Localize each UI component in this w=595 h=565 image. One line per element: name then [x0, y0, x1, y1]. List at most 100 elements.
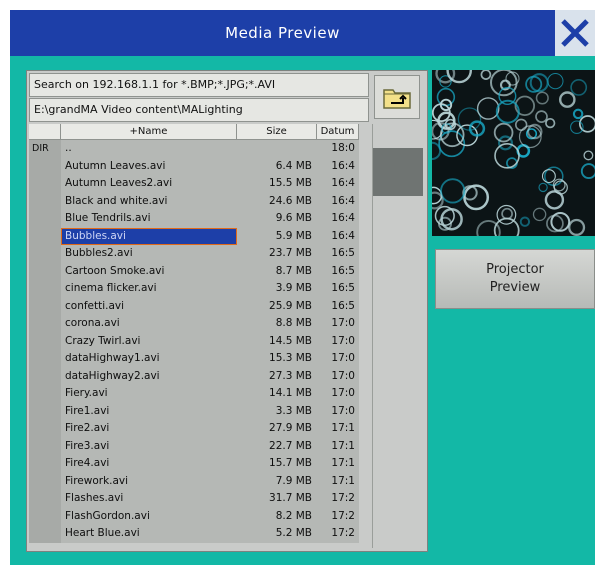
row-size: 15.7 MB — [237, 455, 317, 473]
row-type — [29, 332, 61, 350]
row-type — [29, 402, 61, 420]
col-name-header[interactable]: +Name — [61, 124, 237, 140]
table-row[interactable]: Autumn Leaves.avi 6.4 MB 16:4 — [29, 157, 369, 175]
bubble-shape — [432, 191, 444, 210]
row-name: Cartoon Smoke.avi — [61, 262, 237, 280]
row-date: 17:0 — [317, 402, 359, 420]
window-title: Media Preview — [225, 24, 340, 42]
table-row[interactable]: Fiery.avi 14.1 MB 17:0 — [29, 385, 369, 403]
row-name: Crazy Twirl.avi — [61, 332, 237, 350]
col-size-header[interactable]: Size — [237, 124, 317, 140]
table-row[interactable]: Autumn Leaves2.avi 15.5 MB 16:4 — [29, 175, 369, 193]
row-size: 27.9 MB — [237, 420, 317, 438]
row-date: 17:1 — [317, 420, 359, 438]
table-row[interactable]: corona.avi 8.8 MB 17:0 — [29, 315, 369, 333]
col-type-header[interactable] — [29, 124, 61, 140]
table-row[interactable]: Black and white.avi 24.6 MB 16:4 — [29, 192, 369, 210]
row-size — [237, 140, 317, 158]
bubble-shape — [480, 70, 492, 80]
row-size: 14.5 MB — [237, 332, 317, 350]
row-type — [29, 157, 61, 175]
table-row[interactable]: dataHighway2.avi 27.3 MB 17:0 — [29, 367, 369, 385]
row-name: dataHighway1.avi — [61, 350, 237, 368]
table-row[interactable]: Cartoon Smoke.avi 8.7 MB 16:5 — [29, 262, 369, 280]
row-type — [29, 350, 61, 368]
bubble-shape — [493, 122, 514, 143]
file-table: +Name Size Datum DIR.. 18:0 Autumn Leaves.… — [29, 124, 369, 548]
row-size: 31.7 MB — [237, 490, 317, 508]
row-name: Firework.avi — [61, 472, 237, 490]
projector-preview-label-line2: Preview — [489, 280, 541, 295]
preview-image — [432, 70, 595, 236]
row-type — [29, 315, 61, 333]
search-field[interactable]: Search on 192.168.1.1 for *.BMP;*.JPG;*.… — [29, 73, 369, 97]
bubble-shape — [532, 207, 547, 222]
row-size: 9.6 MB — [237, 210, 317, 228]
row-size: 8.7 MB — [237, 262, 317, 280]
bubble-shape — [538, 182, 548, 193]
bubble-shape — [547, 73, 564, 90]
row-name: dataHighway2.avi — [61, 367, 237, 385]
table-row[interactable]: Fire4.avi 15.7 MB 17:1 — [29, 455, 369, 473]
row-name: Flashes.avi — [61, 490, 237, 508]
row-type — [29, 227, 61, 245]
bubble-shape — [476, 97, 500, 120]
media-preview-window: Media Preview Search on 192.168.1.1 for … — [10, 10, 595, 565]
row-type — [29, 490, 61, 508]
row-name: FlashGordon.avi — [61, 507, 237, 525]
row-name: Fiery.avi — [61, 385, 237, 403]
row-name: Bubbles.avi — [61, 227, 237, 245]
row-size: 14.1 MB — [237, 385, 317, 403]
table-row[interactable]: DIR.. 18:0 — [29, 140, 369, 158]
bubble-shape — [476, 219, 501, 236]
row-type — [29, 385, 61, 403]
table-row[interactable]: Bubbles.avi 5.9 MB 16:4 — [29, 227, 369, 245]
row-date: 17:2 — [317, 525, 359, 543]
row-size: 8.8 MB — [237, 315, 317, 333]
table-row[interactable]: Fire2.avi 27.9 MB 17:1 — [29, 420, 369, 438]
table-row[interactable]: Blue Tendrils.avi 9.6 MB 16:4 — [29, 210, 369, 228]
row-date: 16:5 — [317, 262, 359, 280]
col-date-header[interactable]: Datum — [317, 124, 359, 140]
row-name: Heart Blue.avi — [61, 525, 237, 543]
table-row[interactable]: confetti.avi 25.9 MB 16:5 — [29, 297, 369, 315]
table-row[interactable]: Flashes.avi 31.7 MB 17:2 — [29, 490, 369, 508]
row-date: 17:0 — [317, 367, 359, 385]
bubble-shape — [490, 70, 518, 97]
table-row[interactable]: Firework.avi 7.9 MB 17:1 — [29, 472, 369, 490]
row-name: Autumn Leaves2.avi — [61, 175, 237, 193]
row-type — [29, 297, 61, 315]
row-size: 5.9 MB — [237, 227, 317, 245]
table-row[interactable]: dataHighway1.avi 15.3 MB 17:0 — [29, 350, 369, 368]
table-row[interactable]: cinema flicker.avi 3.9 MB 16:5 — [29, 280, 369, 298]
scrollbar-thumb[interactable] — [373, 148, 423, 196]
titlebar: Media Preview — [10, 10, 595, 56]
row-size: 15.3 MB — [237, 350, 317, 368]
row-date: 17:2 — [317, 490, 359, 508]
close-button[interactable] — [555, 10, 595, 56]
bubble-shape — [570, 78, 588, 96]
row-date: 16:5 — [317, 297, 359, 315]
row-size: 5.2 MB — [237, 525, 317, 543]
row-type — [29, 245, 61, 263]
row-type — [29, 192, 61, 210]
table-row[interactable]: Bubbles2.avi 23.7 MB 16:5 — [29, 245, 369, 263]
vertical-scrollbar[interactable] — [372, 124, 423, 548]
projector-preview-button[interactable]: Projector Preview — [435, 249, 595, 309]
path-field[interactable]: E:\grandMA Video content\MALighting — [29, 98, 369, 122]
row-date: 17:0 — [317, 350, 359, 368]
row-size: 25.9 MB — [237, 297, 317, 315]
bubble-shape — [440, 207, 463, 231]
row-type — [29, 175, 61, 193]
table-row[interactable]: Fire3.avi 22.7 MB 17:1 — [29, 437, 369, 455]
row-name: Blue Tendrils.avi — [61, 210, 237, 228]
bubble-shape — [580, 163, 595, 180]
folder-up-button[interactable] — [374, 75, 420, 119]
row-name: Fire3.avi — [61, 437, 237, 455]
table-row[interactable]: Fire1.avi 3.3 MB 17:0 — [29, 402, 369, 420]
bubble-shape — [519, 216, 531, 227]
table-row[interactable]: FlashGordon.avi 8.2 MB 17:2 — [29, 507, 369, 525]
row-type — [29, 507, 61, 525]
table-row[interactable]: Heart Blue.avi 5.2 MB 17:2 — [29, 525, 369, 543]
table-row[interactable]: Crazy Twirl.avi 14.5 MB 17:0 — [29, 332, 369, 350]
